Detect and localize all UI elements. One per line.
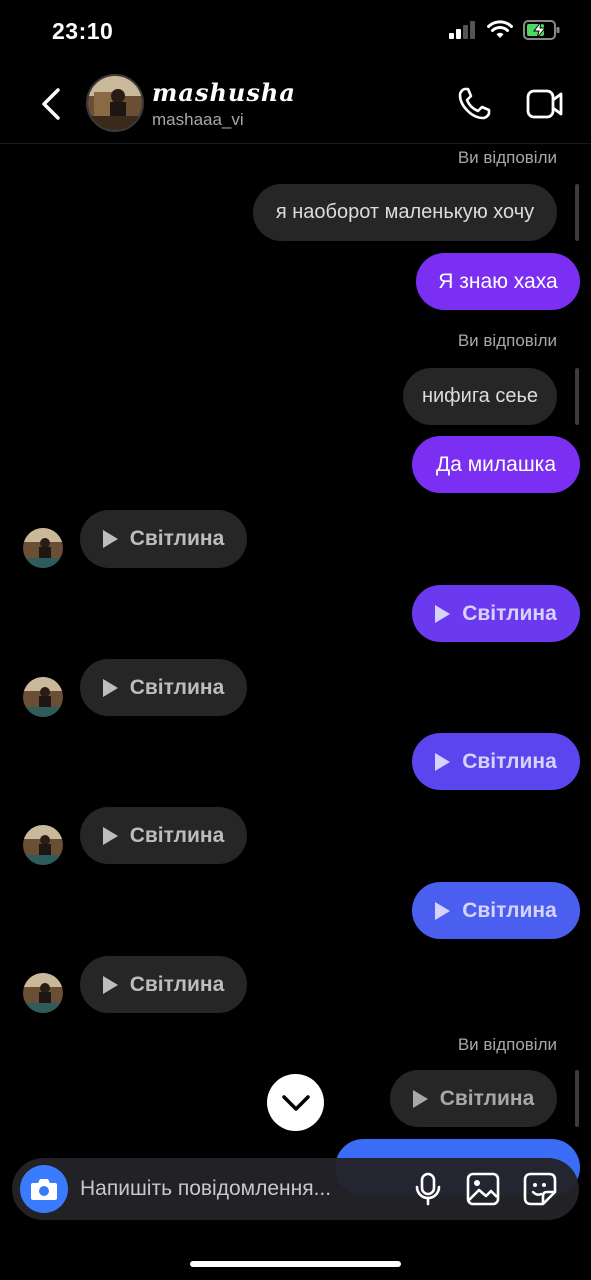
contact-username: mashaaa_vi xyxy=(152,110,244,129)
camera-icon xyxy=(31,1179,57,1200)
quoted-photo-message[interactable]: Світлина xyxy=(390,1070,557,1127)
quoted-message[interactable]: я наоборот маленькую хочу xyxy=(253,184,557,241)
photo-message-incoming[interactable]: Світлина xyxy=(80,510,247,568)
photo-message-outgoing[interactable]: Світлина xyxy=(412,733,580,790)
scroll-to-bottom-button[interactable] xyxy=(267,1074,324,1131)
wifi-icon xyxy=(487,20,513,38)
phone-call-icon[interactable] xyxy=(456,86,492,122)
sender-avatar[interactable] xyxy=(23,973,63,1013)
battery-charging-icon xyxy=(523,20,560,40)
reply-label: Ви відповіли xyxy=(457,148,557,167)
home-indicator[interactable] xyxy=(190,1261,401,1267)
sticker-icon[interactable] xyxy=(523,1172,557,1206)
sender-avatar[interactable] xyxy=(23,825,63,865)
sender-avatar[interactable] xyxy=(23,528,63,568)
reply-indicator xyxy=(575,368,579,425)
photo-label: Світлина xyxy=(439,1086,535,1110)
play-icon xyxy=(102,530,118,548)
photo-message-outgoing[interactable]: Світлина xyxy=(412,882,580,939)
play-icon xyxy=(435,901,451,920)
gallery-icon[interactable] xyxy=(466,1172,500,1206)
photo-label: Світлина xyxy=(129,823,225,847)
reply-label: Ви відповіли xyxy=(457,331,557,350)
microphone-icon[interactable] xyxy=(414,1172,442,1206)
back-chevron-icon[interactable] xyxy=(36,86,66,122)
outgoing-message[interactable]: Да милашка xyxy=(412,436,580,493)
photo-label: Світлина xyxy=(462,601,557,625)
photo-label: Світлина xyxy=(462,898,557,922)
signal-icon xyxy=(449,21,475,39)
reply-indicator xyxy=(575,184,579,241)
reply-indicator xyxy=(575,1070,579,1127)
play-icon xyxy=(435,752,451,771)
status-icons xyxy=(449,20,561,40)
message-composer xyxy=(12,1158,579,1220)
avatar-photo xyxy=(88,76,142,130)
photo-label: Світлина xyxy=(462,749,557,773)
photo-message-incoming[interactable]: Світлина xyxy=(80,659,247,716)
camera-button[interactable] xyxy=(20,1165,68,1213)
play-icon xyxy=(412,1089,428,1108)
quoted-message[interactable]: нифига сеье xyxy=(403,368,557,425)
reply-label: Ви відповіли xyxy=(457,1035,557,1054)
chevron-down-icon xyxy=(281,1094,310,1111)
sender-avatar[interactable] xyxy=(23,677,63,717)
contact-avatar[interactable] xyxy=(86,74,144,132)
chat-header: mashusha mashaaa_vi xyxy=(0,64,591,144)
message-input[interactable] xyxy=(80,1158,380,1220)
status-time: 23:10 xyxy=(52,18,114,44)
contact-name[interactable]: mashusha xyxy=(152,78,296,107)
play-icon xyxy=(102,678,118,697)
photo-label: Світлина xyxy=(129,972,225,996)
video-call-icon[interactable] xyxy=(526,88,564,120)
outgoing-message[interactable]: Я знаю хаха xyxy=(416,253,580,310)
status-bar: 23:10 xyxy=(0,0,591,64)
photo-message-outgoing[interactable]: Світлина xyxy=(412,585,580,642)
photo-message-incoming[interactable]: Світлина xyxy=(80,956,247,1013)
photo-label: Світлина xyxy=(129,527,225,550)
play-icon xyxy=(102,826,118,845)
photo-message-incoming[interactable]: Світлина xyxy=(80,807,247,864)
photo-label: Світлина xyxy=(129,675,225,699)
play-icon xyxy=(435,604,451,623)
play-icon xyxy=(102,975,118,994)
